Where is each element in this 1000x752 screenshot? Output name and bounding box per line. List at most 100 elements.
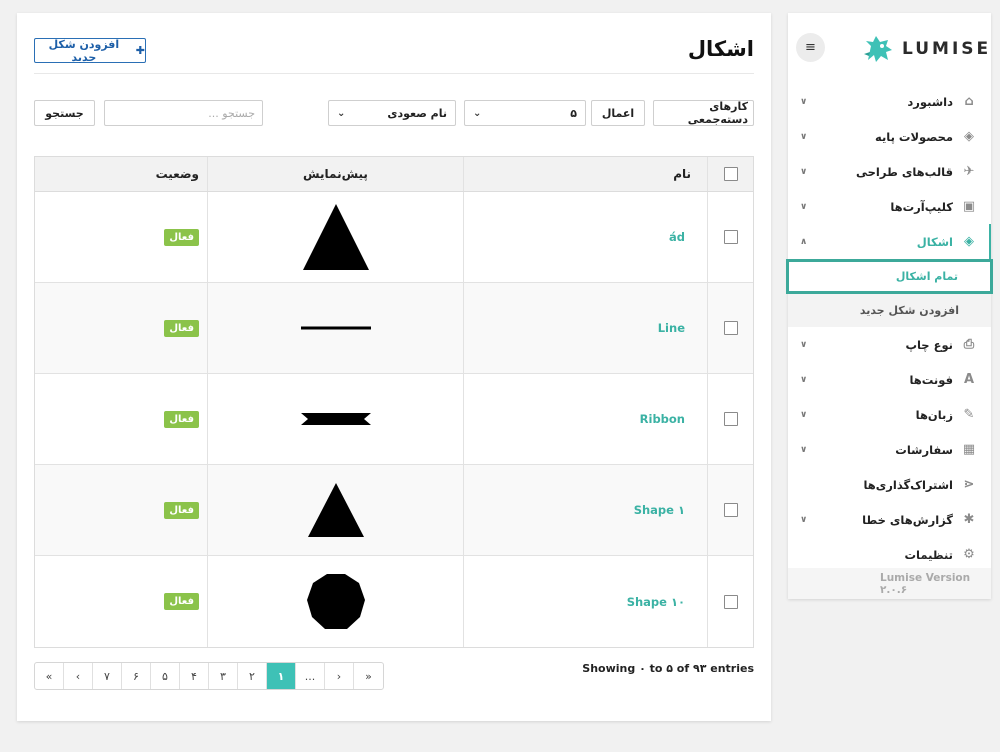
sidebar-subitem-all-shapes[interactable]: تمام اشکال xyxy=(786,259,993,294)
page-3[interactable]: ۳ xyxy=(209,663,238,689)
page-1[interactable]: ۱ xyxy=(267,663,296,689)
image-icon: ▣ xyxy=(962,199,976,214)
sidebar-item-fonts[interactable]: A فونت‌ها ∨ xyxy=(788,362,991,397)
sidebar-item-languages[interactable]: ✎ زبان‌ها ∨ xyxy=(788,397,991,432)
home-icon: ⌂ xyxy=(964,94,974,109)
page-title: اشکال xyxy=(687,37,754,61)
chevron-down-icon: ∨ xyxy=(800,201,808,212)
row-checkbox[interactable] xyxy=(723,412,738,426)
sidebar-item-label: سفارشات xyxy=(895,442,953,457)
sidebar-item-cliparts[interactable]: ▣ کلیپ‌آرت‌ها ∨ xyxy=(788,189,991,224)
header-preview: پیش‌نمایش xyxy=(207,157,463,191)
printer-icon: ⎙ xyxy=(963,337,975,352)
sidebar-item-label: اشتراک‌گذاری‌ها xyxy=(863,477,953,492)
sidebar-item-print-types[interactable]: ⎙ نوع چاپ ∨ xyxy=(788,327,991,362)
pagination: « ‹ ۷ ۶ ۵ ۴ ۳ ۲ ۱ ... › » xyxy=(34,662,384,690)
font-icon: A xyxy=(963,372,975,387)
cube-icon: ◈ xyxy=(964,234,974,249)
page-2[interactable]: ۲ xyxy=(238,663,267,689)
cube-icon: ◈ xyxy=(964,129,974,144)
sidebar-nav: ⌂ داشبورد ∨ ◈ محصولات پایه ∨ ✈ قالب‌های … xyxy=(786,84,993,572)
page-5[interactable]: ۵ xyxy=(151,663,180,689)
chevron-up-icon: ∧ xyxy=(800,236,808,247)
status-badge[interactable]: فعال xyxy=(164,319,199,337)
page-4[interactable]: ۴ xyxy=(180,663,209,689)
chevron-down-icon: ∨ xyxy=(800,444,808,455)
chevron-down-icon: ∨ xyxy=(800,374,808,385)
sidebar-item-base-products[interactable]: ◈ محصولات پایه ∨ xyxy=(788,119,991,154)
shape-name-link[interactable]: ád xyxy=(669,230,685,244)
add-shape-button[interactable]: ✚ افزودن شکل جدید xyxy=(34,38,146,64)
table-row: Line فعال xyxy=(35,283,753,374)
select-all-checkbox[interactable] xyxy=(723,167,738,181)
triangle-preview xyxy=(307,483,364,537)
shape-name-link[interactable]: Ribbon xyxy=(640,412,685,426)
chevron-down-icon: ∨ xyxy=(800,96,808,107)
per-page-select[interactable]: ۵ ⌄ xyxy=(464,100,586,126)
sidebar-item-label: نوع چاپ xyxy=(905,337,953,352)
sidebar-item-label: اشکال xyxy=(916,234,953,249)
header-status[interactable]: وضعیت xyxy=(35,157,207,191)
chevron-down-icon: ⌄ xyxy=(337,107,346,119)
shape-name-link[interactable]: Shape ۱۰ xyxy=(627,595,685,609)
share-icon: ⋖ xyxy=(963,477,975,492)
table-header: نام پیش‌نمایش وضعیت xyxy=(35,157,753,192)
chevron-down-icon: ∨ xyxy=(800,166,808,177)
title-divider xyxy=(34,73,754,74)
sidebar-item-orders[interactable]: ▦ سفارشات ∨ xyxy=(788,432,991,467)
sidebar-item-label: داشبورد xyxy=(907,94,953,109)
table-row: Ribbon فعال xyxy=(35,374,753,465)
chevron-down-icon: ⌄ xyxy=(473,107,482,119)
sidebar-item-shares[interactable]: ⋖ اشتراک‌گذاری‌ها xyxy=(788,467,991,502)
page-last[interactable]: » xyxy=(354,663,383,689)
status-badge[interactable]: فعال xyxy=(164,501,199,519)
apply-button[interactable]: اعمال xyxy=(591,100,645,126)
sidebar-item-dashboard[interactable]: ⌂ داشبورد ∨ xyxy=(788,84,991,119)
table-row: Shape ۱ فعال xyxy=(35,465,753,556)
status-badge[interactable]: فعال xyxy=(164,410,199,428)
sidebar-item-design-templates[interactable]: ✈ قالب‌های طراحی ∨ xyxy=(788,154,991,189)
status-badge[interactable]: فعال xyxy=(164,593,199,610)
search-button[interactable]: جستجو xyxy=(34,100,95,126)
line-preview xyxy=(300,326,371,330)
sidebar: ≡ LUMISE ⌂ داشبورد ∨ ◈ محصولات پایه ∨ ✈ … xyxy=(786,13,993,599)
row-checkbox[interactable] xyxy=(723,230,738,244)
table-row: Shape ۱۰ فعال xyxy=(35,556,753,647)
sort-select[interactable]: نام صعودی ⌄ xyxy=(328,100,456,126)
shapes-table: نام پیش‌نمایش وضعیت ád فعال Line فعال Ri… xyxy=(34,156,754,648)
search-input[interactable] xyxy=(104,100,263,126)
page-first[interactable]: « xyxy=(35,663,64,689)
ribbon-preview xyxy=(300,413,371,425)
shape-name-link[interactable]: Line xyxy=(658,321,685,335)
brand-name: LUMISE xyxy=(902,39,992,59)
sidebar-item-label: زبان‌ها xyxy=(915,407,953,422)
sidebar-item-label: فونت‌ها xyxy=(909,372,953,387)
sidebar-item-bug-reports[interactable]: ✱ گزارش‌های خطا ∨ xyxy=(788,502,991,537)
row-checkbox[interactable] xyxy=(723,503,738,517)
row-checkbox[interactable] xyxy=(723,321,738,335)
header-name[interactable]: نام xyxy=(463,157,707,191)
sidebar-item-label: قالب‌های طراحی xyxy=(855,164,953,179)
sidebar-item-settings[interactable]: ⚙ تنظیمات xyxy=(788,537,991,572)
sidebar-item-label: گزارش‌های خطا xyxy=(862,512,953,527)
hamburger-menu-icon[interactable]: ≡ xyxy=(796,33,825,62)
page-6[interactable]: ۶ xyxy=(122,663,151,689)
shopping-bag-icon: ▦ xyxy=(962,442,976,457)
language-icon: ✎ xyxy=(963,407,975,422)
paper-plane-icon: ✈ xyxy=(963,164,975,179)
status-badge[interactable]: فعال xyxy=(164,228,199,246)
page-next[interactable]: › xyxy=(325,663,354,689)
bug-icon: ✱ xyxy=(963,512,975,527)
page-7[interactable]: ۷ xyxy=(93,663,122,689)
version-label: Lumise Version ۲.۰.۶ xyxy=(788,568,991,599)
row-checkbox[interactable] xyxy=(723,594,738,609)
lumise-logo[interactable]: LUMISE xyxy=(862,32,991,66)
per-page-value: ۵ xyxy=(570,106,577,120)
chevron-down-icon: ∨ xyxy=(800,131,808,142)
sidebar-item-shapes[interactable]: ◈ اشکال ∧ xyxy=(788,224,991,259)
shape-name-link[interactable]: Shape ۱ xyxy=(634,503,685,517)
sidebar-subitem-add-shape[interactable]: افزودن شکل جدید xyxy=(788,294,991,327)
bulk-actions-select[interactable]: کارهای دسته‌جمعی xyxy=(653,100,754,126)
polygon-preview xyxy=(306,573,365,629)
page-prev[interactable]: ‹ xyxy=(64,663,93,689)
